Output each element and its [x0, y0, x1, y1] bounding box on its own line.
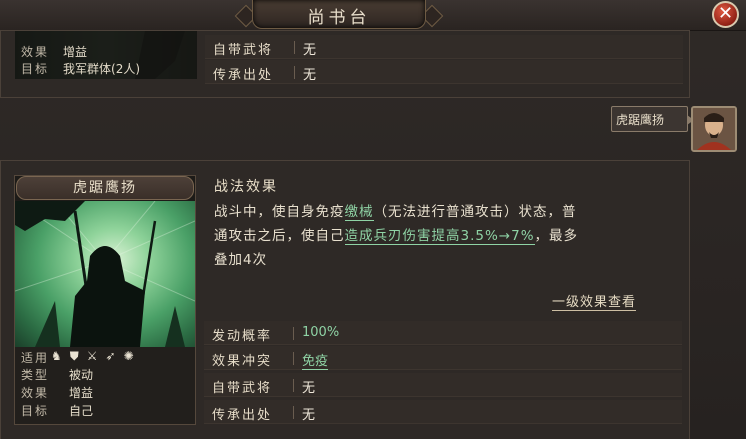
- info-row-target: 目标 我军群体(2人): [21, 60, 140, 77]
- warrior-silhouette-icon: [15, 201, 195, 347]
- field-row-effect-conflict: 效果冲突 免疫: [204, 346, 682, 370]
- field-value: 100%: [302, 325, 340, 340]
- field-key: 自带武将: [212, 381, 273, 396]
- field-value[interactable]: 免疫: [302, 350, 329, 370]
- field-value: 无: [303, 43, 317, 58]
- arrow-icon: ➶: [105, 349, 124, 363]
- info-key: 效果: [21, 386, 50, 400]
- field-row-trigger-rate: 发动概率 100%: [204, 321, 682, 345]
- effect-text: ，最多: [534, 228, 579, 244]
- hero-skill-name: 虎踞鹰扬: [616, 113, 665, 127]
- suitable-troop-icons: ♞⛊⚔➶✺: [51, 349, 142, 364]
- info-row-effect: 效果 增益: [21, 43, 87, 60]
- window-title: 尚书台: [307, 8, 371, 28]
- field-value: 无: [302, 381, 316, 396]
- crossed-swords-icon: ⚔: [86, 349, 106, 363]
- close-button[interactable]: ✕: [712, 1, 739, 28]
- title-bar: 尚书台 ✕: [0, 0, 746, 31]
- field-key: 自带武将: [213, 43, 274, 58]
- horse-icon: ♞: [51, 349, 70, 363]
- damage-bonus-keyword[interactable]: 造成兵刃伤害提高3.5%→7%: [344, 228, 535, 245]
- effect-line-1: 战斗中，使自身免疫缴械（无法进行普通攻击）状态，普: [214, 200, 577, 221]
- effect-line-3: 叠加4次: [214, 252, 268, 268]
- info-value: 被动: [69, 368, 94, 382]
- field-row-inherit-source: 传承出处 无: [205, 60, 683, 84]
- info-value: 增益: [69, 386, 94, 400]
- general-portrait-icon: [693, 108, 735, 150]
- info-key: 目标: [21, 62, 50, 76]
- info-value: 我军群体(2人): [63, 62, 141, 76]
- effect-text: 战斗中，使自身免疫: [214, 204, 345, 220]
- field-value: 无: [303, 68, 317, 83]
- effect-line-2: 通攻击之后，使自己造成兵刃伤害提高3.5%→7%，最多: [214, 224, 579, 245]
- effect-text: （无法进行普通攻击）状态，普: [373, 204, 577, 220]
- title-plate: 尚书台: [252, 0, 426, 29]
- info-row-effect: 效果 增益: [21, 384, 93, 401]
- info-row-target: 目标 自己: [21, 402, 93, 419]
- field-key: 发动概率: [212, 329, 273, 344]
- field-key: 传承出处: [213, 68, 274, 83]
- shield-icon: ⛊: [69, 349, 87, 363]
- skill-card-art: [15, 201, 195, 347]
- level-one-effect-link[interactable]: 一级效果查看: [552, 291, 637, 311]
- info-key: 目标: [21, 404, 50, 418]
- disarm-keyword[interactable]: 缴械: [344, 204, 374, 221]
- field-key: 效果冲突: [212, 354, 273, 369]
- previous-skill-panel: 效果 增益 目标 我军群体(2人) 自带武将无 传承出处无: [0, 30, 690, 98]
- wheel-icon: ✺: [123, 349, 142, 363]
- field-key: 传承出处: [212, 408, 273, 423]
- field-value: 无: [302, 408, 316, 423]
- info-key: 类型: [21, 368, 50, 382]
- effect-title: 战法效果: [214, 179, 278, 195]
- field-row-own-general: 自带武将 无: [204, 373, 682, 397]
- hero-avatar[interactable]: [691, 106, 737, 152]
- info-value: 增益: [63, 45, 88, 59]
- previous-skill-info: 效果 增益 目标 我军群体(2人): [15, 31, 197, 79]
- hero-skill-chip[interactable]: 虎踞鹰扬: [611, 106, 694, 132]
- field-row-own-general: 自带武将 无: [205, 35, 683, 59]
- info-row-type: 类型 被动: [21, 366, 93, 383]
- field-row-inherit-source: 传承出处 无: [204, 400, 682, 424]
- info-key: 效果: [21, 45, 50, 59]
- effect-text: 通攻击之后，使自己: [214, 228, 345, 244]
- info-value: 自己: [69, 404, 94, 418]
- skill-card-title: 虎踞鹰扬: [16, 176, 194, 200]
